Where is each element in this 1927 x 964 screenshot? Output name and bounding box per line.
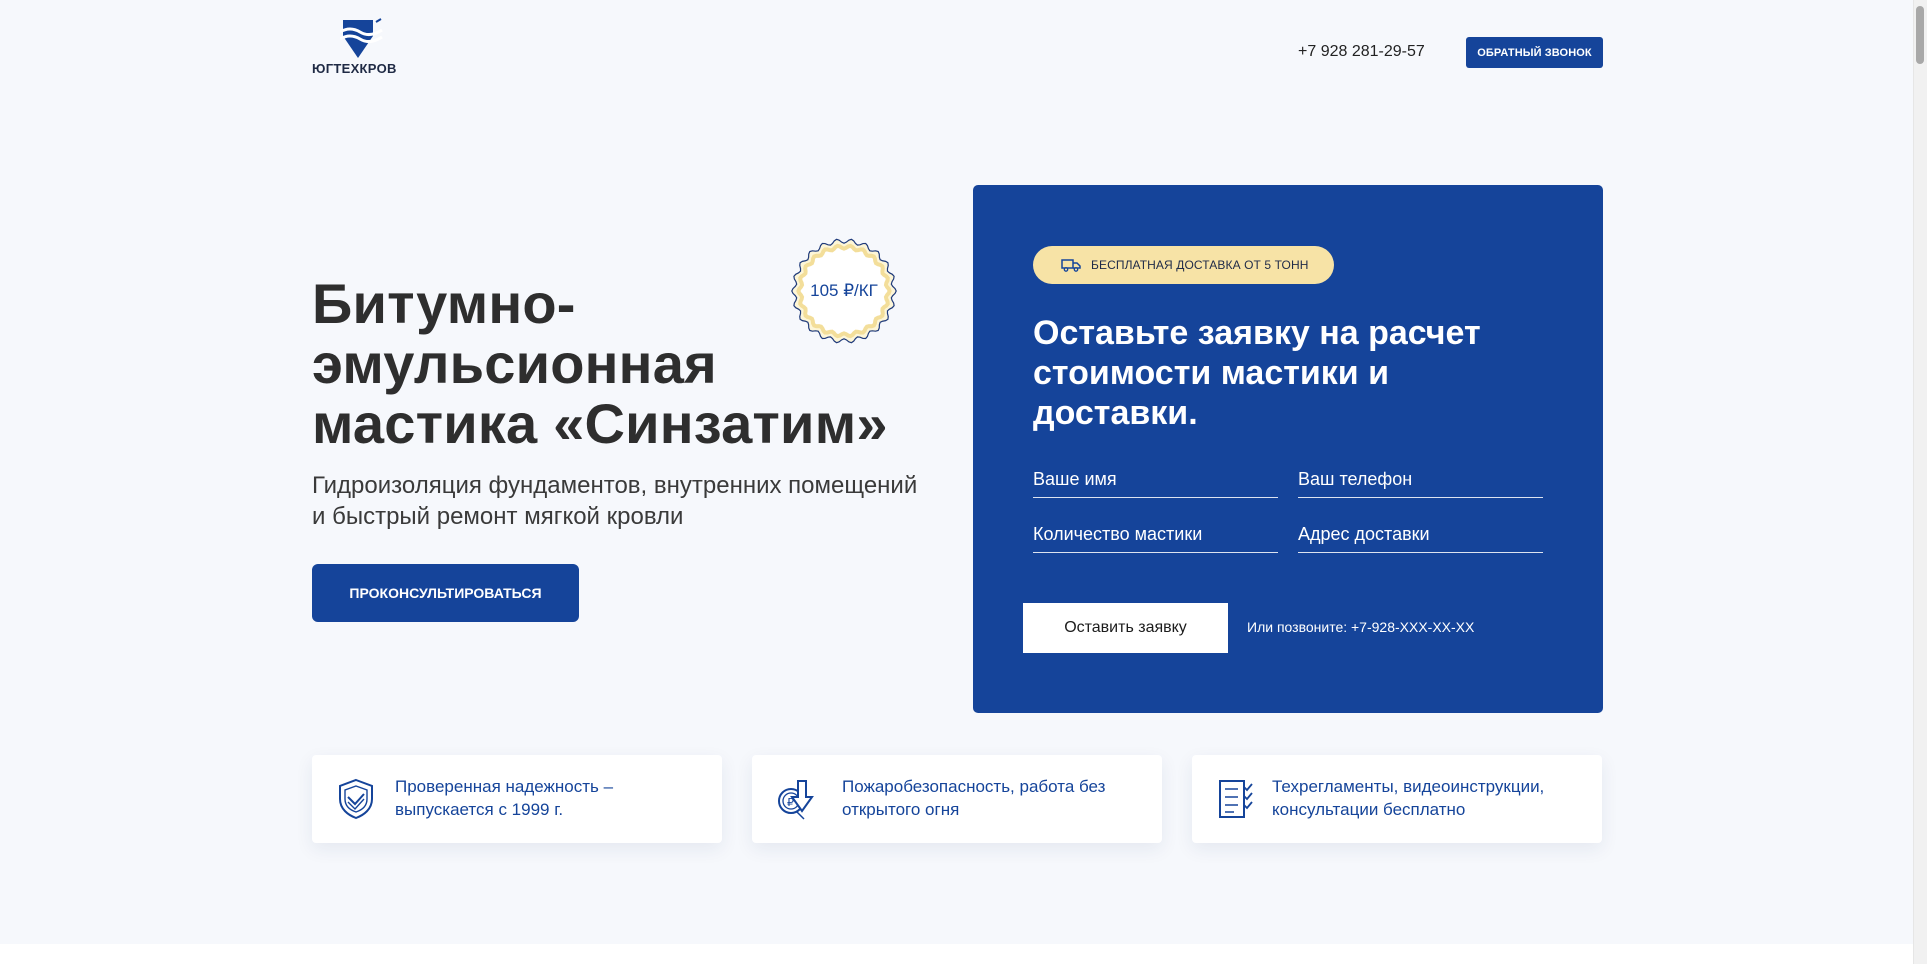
truck-icon bbox=[1061, 258, 1081, 272]
shield-check-icon bbox=[339, 778, 373, 820]
feature-card-reliability: Проверенная надежность – выпускается с 1… bbox=[312, 755, 722, 843]
phone-field-wrap bbox=[1298, 462, 1543, 498]
feature-line: Пожаробезопасность, работа без bbox=[842, 777, 1106, 796]
bottom-strip bbox=[0, 944, 1913, 964]
name-field-wrap bbox=[1033, 462, 1278, 498]
logo[interactable]: ЮГТЕХКРОВ bbox=[312, 18, 412, 78]
submit-request-button[interactable]: Оставить заявку bbox=[1023, 603, 1228, 653]
feature-text: Пожаробезопасность, работа без открытого… bbox=[842, 775, 1162, 821]
feature-line: консультации бесплатно bbox=[1272, 800, 1466, 819]
quantity-input[interactable] bbox=[1033, 517, 1278, 552]
hero-subtitle-line: Гидроизоляция фундаментов, внутренних по… bbox=[312, 472, 918, 499]
vertical-scrollbar[interactable] bbox=[1913, 0, 1927, 964]
feature-text: Проверенная надежность – выпускается с 1… bbox=[395, 775, 715, 821]
or-call-text[interactable]: Или позвоните: +7-928-XXX-XX-XX bbox=[1247, 619, 1474, 635]
quantity-field-wrap bbox=[1033, 517, 1278, 553]
logo-text: ЮГТЕХКРОВ bbox=[312, 61, 397, 76]
callback-button[interactable]: ОБРАТНЫЙ ЗВОНОК bbox=[1466, 37, 1603, 68]
feature-line: выпускается с 1999 г. bbox=[395, 800, 564, 819]
feature-text: Техрегламенты, видеоинструкции, консульт… bbox=[1272, 775, 1592, 821]
feature-line: Техрегламенты, видеоинструкции, bbox=[1272, 777, 1545, 796]
scrollbar-thumb[interactable] bbox=[1916, 6, 1924, 64]
feature-card-docs: Техрегламенты, видеоинструкции, консульт… bbox=[1192, 755, 1602, 843]
hero-subtitle-line: и быстрый ремонт мягкой кровли bbox=[312, 503, 684, 530]
logo-shield-icon bbox=[340, 18, 383, 58]
address-field-wrap bbox=[1298, 517, 1543, 553]
price-badge-text: 105 ₽/КГ bbox=[810, 281, 878, 300]
checklist-icon bbox=[1219, 780, 1253, 818]
hero-title-line: мастика «Синзатим» bbox=[312, 392, 888, 455]
free-delivery-badge: БЕСПЛАТНАЯ ДОСТАВКА ОТ 5 ТОНН bbox=[1033, 246, 1334, 284]
request-form-panel: БЕСПЛАТНАЯ ДОСТАВКА ОТ 5 ТОНН Оставьте з… bbox=[973, 185, 1603, 713]
feature-line: открытого огня bbox=[842, 800, 960, 819]
consult-button[interactable]: ПРОКОНСУЛЬТИРОВАТЬСЯ bbox=[312, 564, 579, 622]
page: ЮГТЕХКРОВ +7 928 281-29-57 ОБРАТНЫЙ ЗВОН… bbox=[0, 0, 1913, 944]
feature-card-fire-safety: ₽ Пожаробезопасность, работа без открыто… bbox=[752, 755, 1162, 843]
price-badge: 105 ₽/КГ bbox=[790, 237, 898, 345]
form-title: Оставьте заявку на расчет стоимости маст… bbox=[1033, 314, 1481, 432]
name-input[interactable] bbox=[1033, 462, 1278, 497]
phone-input[interactable] bbox=[1298, 462, 1543, 497]
address-input[interactable] bbox=[1298, 517, 1543, 552]
hero-title-line: Битумно- bbox=[312, 272, 576, 335]
fire-safe-coin-icon: ₽ bbox=[778, 780, 814, 820]
header-phone[interactable]: +7 928 281-29-57 bbox=[1298, 43, 1425, 61]
feature-line: Проверенная надежность – bbox=[395, 777, 614, 796]
free-delivery-text: БЕСПЛАТНАЯ ДОСТАВКА ОТ 5 ТОНН bbox=[1091, 258, 1309, 272]
hero-title-line: эмульсионная bbox=[312, 332, 717, 395]
hero-subtitle: Гидроизоляция фундаментов, внутренних по… bbox=[312, 470, 952, 532]
